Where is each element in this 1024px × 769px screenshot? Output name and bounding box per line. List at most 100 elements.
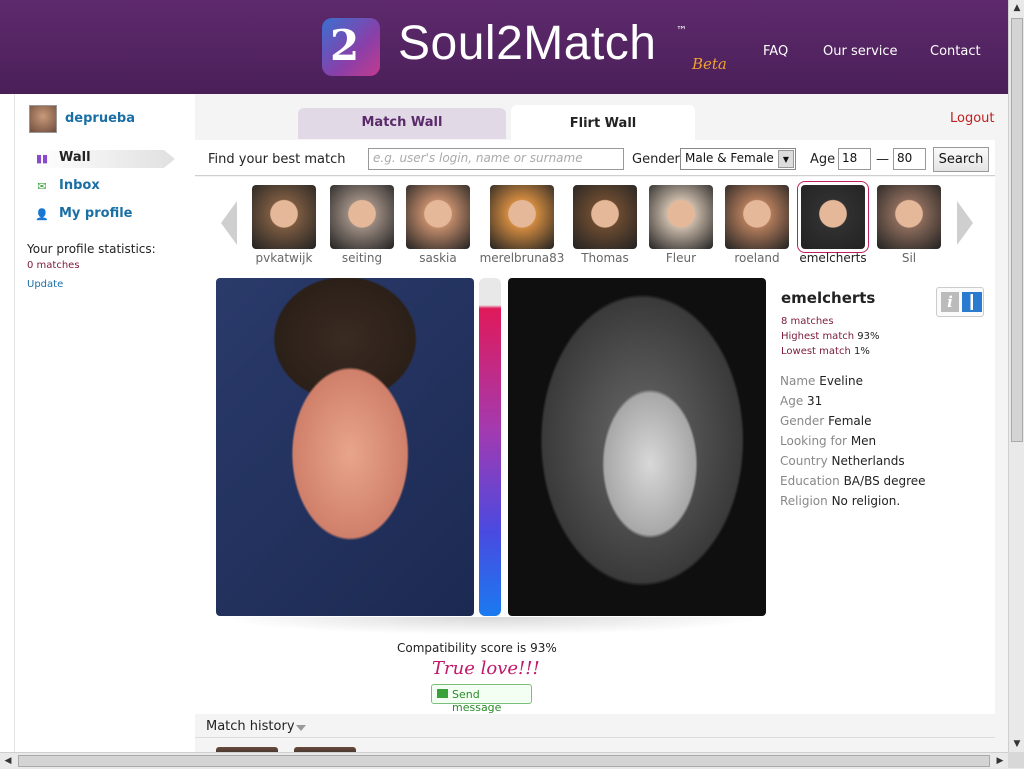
age-min-input[interactable]: 18 (838, 148, 871, 170)
carousel-user-0[interactable]: pvkatwijk (246, 185, 322, 269)
compatibility-score: Compatibility score is 93% (397, 641, 557, 655)
profile-field-value: Men (850, 434, 877, 448)
profile-field-value: Female (828, 414, 872, 428)
carousel-user-name[interactable]: Sil (865, 251, 953, 265)
age-dash: — (876, 152, 889, 167)
update-link[interactable]: Update (27, 279, 63, 290)
carousel-user-name[interactable]: seiting (318, 251, 406, 265)
carousel-user-name[interactable]: Fleur (637, 251, 725, 265)
carousel-user-4[interactable]: Thomas (567, 185, 643, 269)
send-message-button[interactable]: Send message (431, 684, 532, 714)
scroll-right-arrow-icon[interactable]: ▶ (992, 753, 1008, 769)
age-max-input[interactable]: 80 (893, 148, 926, 170)
search-input[interactable]: e.g. user's login, name or surname (368, 148, 624, 170)
carousel-user-5[interactable]: Fleur (643, 185, 719, 269)
carousel-user-name[interactable]: roeland (713, 251, 801, 265)
wall-icon: ▮▮ (35, 152, 49, 165)
main-content: Match Wall Flirt Wall Logout Find your b… (195, 94, 1008, 752)
logo-icon[interactable]: 2 (322, 18, 380, 76)
scroll-left-arrow-icon[interactable]: ◀ (0, 753, 16, 769)
vertical-scroll-thumb[interactable] (1011, 18, 1023, 442)
carousel-user-6[interactable]: roeland (719, 185, 795, 269)
lowest-match-label: Lowest match (781, 346, 851, 357)
sidebar-item-label: Wall (59, 150, 91, 165)
person-icon: 👤 (35, 208, 49, 221)
carousel-user-name[interactable]: emelcherts (789, 251, 877, 265)
carousel-prev-arrow-icon[interactable] (221, 201, 237, 245)
carousel-user-photo[interactable] (573, 185, 637, 249)
horizontal-scrollbar[interactable]: ◀ ▶ (0, 752, 1008, 768)
profile-field-key: Name (780, 374, 816, 388)
avatar[interactable] (29, 105, 57, 133)
carousel-user-8[interactable]: Sil (871, 185, 947, 269)
envelope-icon (437, 689, 448, 698)
nav-faq[interactable]: FAQ (763, 44, 788, 59)
compare-view-icon[interactable] (962, 292, 982, 312)
profile-field: Education BA/BS degree (780, 474, 926, 488)
my-photo (216, 278, 474, 616)
profile-highest-match: Highest match 93% (781, 331, 880, 342)
sidebar-item-my-profile[interactable]: 👤 My profile (35, 206, 175, 224)
carousel-user-2[interactable]: saskia (400, 185, 476, 269)
sidebar-item-wall[interactable]: ▮▮ Wall (35, 150, 175, 168)
carousel-user-name[interactable]: Thomas (561, 251, 649, 265)
compatibility-verdict: True love!!! (432, 658, 540, 679)
scroll-up-arrow-icon[interactable]: ▲ (1009, 0, 1024, 16)
compatibility-meter (479, 278, 501, 616)
profile-field-key: Age (780, 394, 804, 408)
carousel-user-photo[interactable] (252, 185, 316, 249)
profile-field-value: No religion. (831, 494, 901, 508)
carousel-user-name[interactable]: saskia (394, 251, 482, 265)
logout-link[interactable]: Logout (950, 111, 995, 126)
profile-statistics-value: 0 matches (27, 260, 80, 271)
trademark-mark: ™ (676, 24, 687, 37)
horizontal-scroll-thumb[interactable] (18, 755, 990, 767)
lowest-match-value: 1% (853, 346, 870, 357)
carousel-user-7[interactable]: emelcherts (795, 185, 871, 269)
search-button[interactable]: Search (933, 147, 989, 172)
left-sidebar: deprueba ▮▮ Wall ✉ Inbox 👤 My profile Yo… (14, 94, 195, 752)
logo-glyph: 2 (330, 21, 360, 70)
carousel-user-photo[interactable] (801, 185, 865, 249)
gender-select[interactable]: Male & Female ▼ (680, 148, 796, 170)
tab-match-wall[interactable]: Match Wall (298, 108, 506, 139)
search-label: Find your best match (208, 152, 346, 167)
carousel-user-photo[interactable] (490, 185, 554, 249)
carousel-user-photo[interactable] (725, 185, 789, 249)
search-bar: Find your best match e.g. user's login, … (195, 140, 995, 176)
info-icon[interactable]: i (941, 292, 959, 312)
profile-matches: 8 matches (781, 316, 834, 327)
carousel-user-1[interactable]: seiting (324, 185, 400, 269)
carousel-user-photo[interactable] (649, 185, 713, 249)
carousel-user-name[interactable]: merelbruna83 (478, 251, 566, 265)
nav-contact[interactable]: Contact (930, 44, 981, 59)
carousel-user-3[interactable]: merelbruna83 (480, 185, 564, 269)
profile-field: Gender Female (780, 414, 871, 428)
scroll-down-arrow-icon[interactable]: ▼ (1009, 736, 1024, 752)
profile-field: Looking for Men (780, 434, 876, 448)
match-photo[interactable] (508, 278, 766, 616)
nav-our-service[interactable]: Our service (823, 44, 898, 59)
carousel-user-photo[interactable] (877, 185, 941, 249)
profile-field-value: Netherlands (831, 454, 905, 468)
brand-name[interactable]: Soul2Match (398, 16, 656, 71)
profile-field: Country Netherlands (780, 454, 905, 468)
profile-name[interactable]: emelcherts (781, 289, 875, 307)
tab-flirt-wall[interactable]: Flirt Wall (511, 105, 695, 140)
match-history-header[interactable]: Match history (195, 714, 995, 738)
carousel-user-name[interactable]: pvkatwijk (240, 251, 328, 265)
scrollbar-corner (1008, 752, 1024, 768)
carousel-user-photo[interactable] (406, 185, 470, 249)
vertical-scrollbar[interactable]: ▲ ▼ (1008, 0, 1024, 752)
carousel-next-arrow-icon[interactable] (957, 201, 973, 245)
carousel-user-photo[interactable] (330, 185, 394, 249)
username-link[interactable]: deprueba (65, 111, 135, 126)
gender-select-value: Male & Female (685, 151, 774, 165)
flirt-wall-panel: pvkatwijk seiting saskia merelbruna83 Thomas… (195, 177, 995, 714)
highest-match-value: 93% (857, 331, 880, 342)
sidebar-item-inbox[interactable]: ✉ Inbox (35, 178, 175, 196)
age-label: Age (810, 152, 836, 167)
chevron-down-icon[interactable]: ▼ (778, 150, 794, 168)
match-history-label: Match history (206, 719, 295, 734)
profile-field-value: Eveline (819, 374, 863, 388)
